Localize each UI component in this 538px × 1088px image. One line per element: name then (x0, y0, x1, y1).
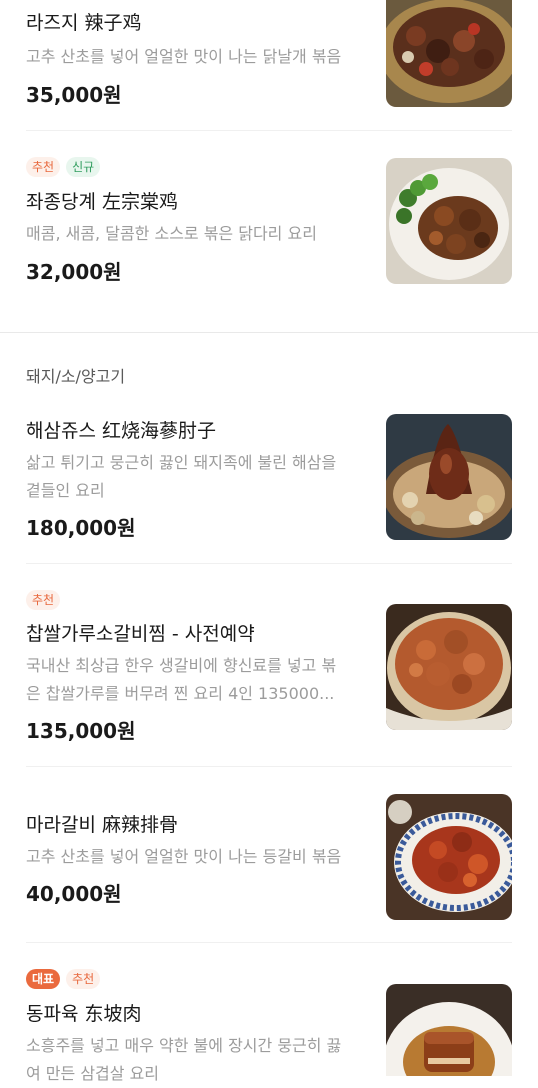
menu-item-desc-line1: 국내산 최상급 한우 생갈비에 향신료를 넣고 볶 (26, 656, 337, 675)
section-title-pork-beef-lamb: 돼지/소/양고기 (26, 367, 126, 386)
menu-item-name: 해삼쥬스 红烧海蔘肘子 (26, 420, 216, 442)
recommended-badge: 추천 (26, 157, 61, 177)
menu-item-desc-line1: 소흥주를 넣고 매우 약한 불에 장시간 뭉근히 끓 (26, 1036, 342, 1055)
menu-item-tags: 추천 (26, 590, 61, 610)
braised-pork-hock-photo (386, 414, 512, 540)
menu-item-name: 마라갈비 麻辣排骨 (26, 814, 178, 836)
menu-item-name: 좌종당계 左宗棠鸡 (26, 191, 178, 213)
menu-item-tags: 추천 신규 (26, 157, 101, 177)
menu-item-price: 35,000원 (26, 83, 122, 107)
item-divider (26, 130, 512, 131)
menu-item-name: 라즈지 辣子鸡 (26, 12, 142, 34)
steamed-beef-ribs-photo (386, 604, 512, 730)
menu-item-desc-line2: 여 만든 삼겹살 요리 (26, 1064, 160, 1083)
general-tso-chicken-photo (386, 158, 512, 284)
item-divider (26, 942, 512, 943)
menu-item-price: 32,000원 (26, 260, 122, 284)
recommended-badge: 추천 (66, 969, 101, 989)
menu-item-desc: 고추 산초를 넣어 얼얼한 맛이 나는 등갈비 볶음 (26, 847, 342, 866)
menu-item-price: 40,000원 (26, 882, 122, 906)
menu-item-desc-line2: 곁들인 요리 (26, 481, 105, 500)
menu-item-desc-line1: 삶고 튀기고 뭉근히 끓인 돼지족에 불린 해삼을 (26, 453, 337, 472)
menu-item-desc-line2: 은 찹쌀가루를 버무려 찐 요리 4인 135000... (26, 684, 335, 703)
menu-item-name: 찹쌀가루소갈비찜 - 사전예약 (26, 623, 255, 645)
menu-item-desc: 매콤, 새콤, 달콤한 소스로 볶은 닭다리 요리 (26, 224, 317, 243)
new-badge: 신규 (66, 157, 101, 177)
menu-item-price: 135,000원 (26, 719, 136, 743)
signature-badge: 대표 (26, 969, 61, 989)
menu-item-tags: 대표 추천 (26, 969, 101, 989)
menu-item-price: 180,000원 (26, 516, 136, 540)
menu-item-name: 동파육 东坡肉 (26, 1003, 142, 1025)
dongpo-pork-photo (386, 984, 512, 1076)
spicy-chicken-wings-photo (386, 0, 512, 107)
item-divider (26, 563, 512, 564)
mala-pork-ribs-photo (386, 794, 512, 920)
menu-item-desc: 고추 산초를 넣어 얼얼한 맛이 나는 닭날개 볶음 (26, 47, 342, 66)
section-divider (0, 332, 538, 333)
recommended-badge: 추천 (26, 590, 61, 610)
item-divider (26, 766, 512, 767)
